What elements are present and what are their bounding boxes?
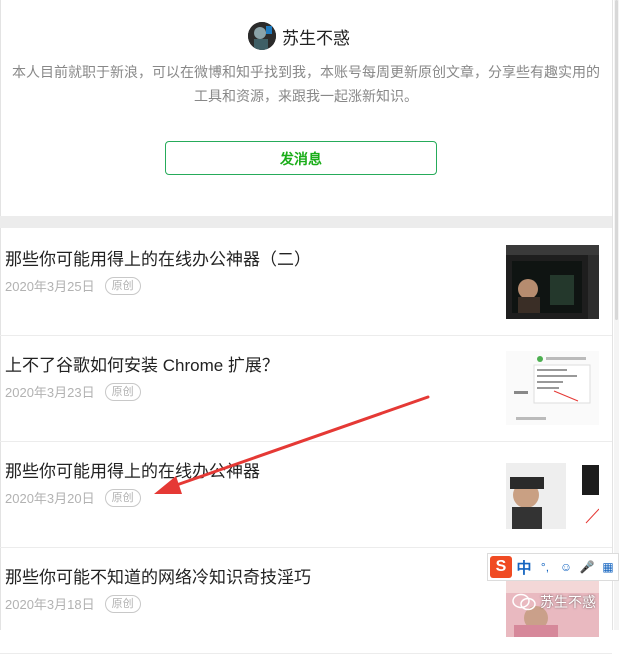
article-title[interactable]: 那些你可能不知道的网络冷知识奇技淫巧 <box>5 563 311 588</box>
section-divider <box>0 216 612 228</box>
author-name[interactable]: 苏生不惑 <box>282 24 350 49</box>
article-item[interactable]: 那些你可能用得上的在线办公神器 2020年3月20日 原创 <box>0 441 612 548</box>
right-border <box>612 0 613 630</box>
article-date: 2020年3月20日 <box>5 491 95 506</box>
avatar[interactable] <box>248 22 276 50</box>
article-date: 2020年3月25日 <box>5 279 95 294</box>
sogou-logo-icon[interactable]: S <box>490 556 512 578</box>
article-item[interactable]: 上不了谷歌如何安装 Chrome 扩展？ 2020年3月23日 原创 <box>0 335 612 442</box>
ime-smile-icon[interactable]: ☺ <box>557 558 575 576</box>
article-meta: 2020年3月18日 原创 <box>5 594 141 613</box>
ime-grid-icon[interactable]: ▦ <box>599 558 617 576</box>
ime-toolbar[interactable]: S 中 °, ☺ 🎤 ▦ <box>487 553 619 581</box>
ime-microphone-icon[interactable]: 🎤 <box>578 558 596 576</box>
article-thumbnail[interactable] <box>506 457 599 531</box>
article-title[interactable]: 那些你可能用得上的在线办公神器（二） <box>5 245 311 270</box>
article-meta: 2020年3月23日 原创 <box>5 382 141 401</box>
article-item[interactable]: 那些你可能用得上的在线办公神器（二） 2020年3月25日 原创 <box>0 229 612 336</box>
article-thumbnail[interactable] <box>506 245 599 319</box>
article-date: 2020年3月23日 <box>5 385 95 400</box>
watermark-text: 苏生不惑 <box>540 594 596 610</box>
original-tag: 原创 <box>104 382 141 401</box>
article-thumbnail[interactable] <box>506 351 599 425</box>
article-meta: 2020年3月25日 原创 <box>5 276 141 295</box>
wechat-icon <box>512 593 536 611</box>
ime-chinese-mode-toggle[interactable]: 中 <box>515 558 533 577</box>
article-title[interactable]: 上不了谷歌如何安装 Chrome 扩展？ <box>5 351 279 376</box>
profile-card: 苏生不惑 本人目前就职于新浪，可以在微博和知乎找到我，本账号每周更新原创文章，分… <box>0 0 612 216</box>
original-tag: 原创 <box>104 488 141 507</box>
original-tag: 原创 <box>104 594 141 613</box>
watermark: 苏生不惑 <box>512 592 596 612</box>
author-bio: 本人目前就职于新浪，可以在微博和知乎找到我，本账号每周更新原创文章，分享些有趣实… <box>12 64 600 104</box>
article-meta: 2020年3月20日 原创 <box>5 488 141 507</box>
author-row[interactable]: 苏生不惑 <box>248 21 350 51</box>
article-date: 2020年3月18日 <box>5 597 95 612</box>
scrollbar-thumb[interactable] <box>615 0 618 320</box>
ime-punctuation-icon[interactable]: °, <box>536 558 554 576</box>
article-title[interactable]: 那些你可能用得上的在线办公神器 <box>5 457 260 482</box>
original-tag: 原创 <box>104 276 141 295</box>
send-message-button[interactable]: 发消息 <box>165 141 437 175</box>
